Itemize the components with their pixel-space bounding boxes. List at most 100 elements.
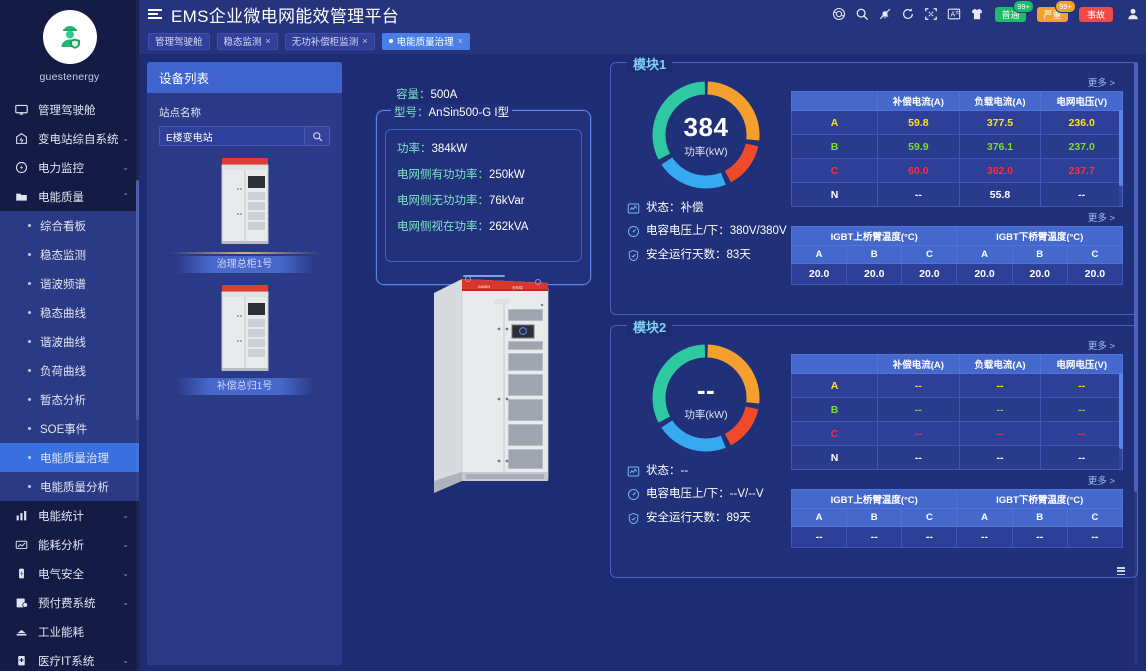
alarm-pill-accident[interactable]: 事故: [1079, 6, 1113, 22]
cell-comp-current: --: [877, 182, 960, 207]
sidebar-item-substation[interactable]: 变电站综自系统 ⌄: [0, 124, 139, 153]
scrollbar-thumb[interactable]: [1119, 110, 1123, 186]
device-list-body: 站点名称 E楼变电站 治理总柜1号 补偿总归1号: [147, 93, 342, 395]
module-1-power-gauge: 384 功率(kW): [646, 75, 766, 195]
table-subheader-row: A B C A B C: [790, 508, 1124, 527]
site-search-input[interactable]: [159, 126, 304, 146]
device-list-title: 设备列表: [147, 62, 342, 93]
alarm-pill-normal-wrap: 普通 99+: [995, 0, 1034, 22]
sidebar-item-label: 电气安全: [38, 568, 84, 581]
site-search-button[interactable]: [304, 126, 330, 146]
device-base-glow: [169, 252, 320, 254]
tabbar: 管理驾驶舱 稳态监测 × 无功补偿柜监测 × 电能质量治理 ×: [139, 28, 1146, 54]
sidebar-subitem-label: 谐波曲线: [40, 336, 86, 349]
info-row-value: 250kW: [489, 169, 525, 181]
sidebar-item-dashboard[interactable]: 管理驾驶舱: [0, 95, 139, 124]
content-scrollbar-thumb[interactable]: [1134, 62, 1138, 492]
close-icon[interactable]: ×: [266, 36, 271, 46]
prepay-icon: [14, 595, 29, 610]
module-2-stat-capacitor-voltage: 电容电压上/下：--V/--V: [627, 487, 791, 501]
sidebar-subitem-load-curve[interactable]: 负荷曲线: [0, 356, 139, 385]
module-1-stat-capacitor-voltage: 电容电压上/下：380V/380V: [627, 224, 791, 238]
module-2-table-scrollbar[interactable]: [1119, 373, 1123, 470]
bell-muted-icon[interactable]: [878, 7, 892, 21]
sidebar-subitem-steady-curve[interactable]: 稳态曲线: [0, 298, 139, 327]
sidebar-subitem-harmonic-spectrum[interactable]: 谐波频谱: [0, 269, 139, 298]
dashboard-icon: [14, 102, 29, 117]
module-2-more-link-igbt[interactable]: 更多 >: [791, 473, 1123, 487]
module-1-more-link-igbt[interactable]: 更多 >: [791, 210, 1123, 224]
tab-reactive-compensation-cabinet[interactable]: 无功补偿柜监测 ×: [284, 32, 375, 50]
hamburger-icon[interactable]: [148, 7, 162, 22]
device-item-1[interactable]: 治理总柜1号: [159, 156, 330, 273]
user-avatar-icon[interactable]: [1126, 7, 1140, 21]
cell-grid-voltage: --: [1040, 182, 1123, 207]
tab-power-quality-governance[interactable]: 电能质量治理 ×: [381, 32, 470, 50]
theme-shirt-icon[interactable]: [970, 7, 984, 21]
sidebar-item-electric-safety[interactable]: 电气安全 ⌄: [0, 559, 139, 588]
module-2: 模块2 -- 功率(kW) 状态：-- 电容电压上/下：--V/--V 安全运行…: [610, 317, 1138, 578]
sidebar-subitem-soe-events[interactable]: SOE事件: [0, 414, 139, 443]
sidebar-item-medical-it[interactable]: 医疗IT系统 ⌄: [0, 646, 139, 671]
tab-label: 管理驾驶舱: [155, 37, 203, 48]
sidebar-subitem-power-quality-governance[interactable]: 电能质量治理: [0, 443, 139, 472]
module-2-gauge-unit: 功率(kW): [684, 408, 728, 421]
search-icon[interactable]: [855, 7, 869, 21]
device-info-card: 型号：AnSin500-G I型 功率：384kW 电网侧有功功率：250kW …: [376, 104, 591, 285]
sidebar-item-power-monitor[interactable]: 电力监控 ⌄: [0, 153, 139, 182]
cell-igbt-temp: 20.0: [846, 263, 903, 285]
model-label: 型号：: [394, 107, 429, 119]
cell-grid-voltage: --: [1040, 373, 1123, 398]
scrollbar-thumb[interactable]: [1119, 373, 1123, 449]
sidebar-item-energy-analysis[interactable]: 能耗分析 ⌄: [0, 530, 139, 559]
topbar-actions: A文 普通 99+ 严重 99+ 事故: [832, 0, 1140, 28]
info-row-value: 262kVA: [489, 221, 529, 233]
module-2-status-value: --: [680, 465, 689, 477]
sidebar-subitem-transient-analysis[interactable]: 暂态分析: [0, 385, 139, 414]
info-row-key: 电网侧有功功率：: [397, 169, 489, 181]
main-area: EMS企业微电网能效管理平台 A文 普通 99+ 严重 99+ 事故 管理驾驶舱…: [139, 0, 1146, 671]
cabinet-3d-image[interactable]: ANSIN 安科瑞: [428, 267, 563, 507]
bullet-icon: [28, 340, 31, 343]
language-icon[interactable]: A文: [947, 7, 961, 21]
sidebar-item-prepay-system[interactable]: 预付费系统 ⌄: [0, 588, 139, 617]
sidebar-subitem-label: 稳态曲线: [40, 307, 86, 320]
chevron-down-icon: ⌄: [122, 511, 129, 520]
close-icon[interactable]: ×: [458, 36, 463, 46]
sidebar-subitem-power-quality-analysis[interactable]: 电能质量分析: [0, 472, 139, 501]
module-2-power-gauge: -- 功率(kW): [646, 338, 766, 458]
content-scrollbar[interactable]: [1134, 62, 1138, 665]
close-icon[interactable]: ×: [362, 36, 367, 46]
table-row: C 60.0 362.0 237.7: [790, 158, 1123, 183]
alarm-pill-accident-wrap: 事故: [1079, 6, 1113, 22]
sidebar-subitem-steady-monitor[interactable]: 稳态监测: [0, 240, 139, 269]
table-row: 20.0 20.0 20.0 20.0 20.0 20.0: [790, 263, 1124, 285]
svg-text:文: 文: [955, 9, 960, 16]
module-2-stats: 状态：-- 电容电压上/下：--V/--V 安全运行天数：89天: [621, 464, 791, 525]
table-row: C -- -- --: [790, 421, 1123, 446]
module-2-more-link-main[interactable]: 更多 >: [791, 338, 1123, 352]
module-2-main-table: 补偿电流(A) 负载电流(A) 电网电压(V) A -- -- -- B -- …: [790, 354, 1123, 470]
module-1-table-scrollbar[interactable]: [1119, 110, 1123, 207]
brand-block: guestenergy: [0, 0, 139, 83]
cell-load-current: --: [958, 421, 1042, 446]
sidebar-item-energy-statistics[interactable]: 电能统计 ⌄: [0, 501, 139, 530]
sidebar-subitem-overview[interactable]: 综合看板: [0, 211, 139, 240]
site-name-label: 站点名称: [159, 107, 201, 119]
globe-icon[interactable]: [832, 7, 846, 21]
module-1-more-link-main[interactable]: 更多 >: [791, 75, 1123, 89]
panel-resize-handle[interactable]: [1117, 567, 1125, 575]
alarm-pill-normal-badge: 99+: [1013, 0, 1034, 13]
sidebar-item-power-quality[interactable]: 电能质量 ⌃: [0, 182, 139, 211]
fullscreen-icon[interactable]: [924, 7, 938, 21]
sidebar-item-industrial-energy[interactable]: 工业能耗: [0, 617, 139, 646]
cell-comp-current: 59.8: [877, 110, 960, 135]
tab-steady-monitoring[interactable]: 稳态监测 ×: [216, 32, 278, 50]
refresh-icon[interactable]: [901, 7, 915, 21]
tab-label: 稳态监测: [223, 37, 262, 48]
cell-grid-voltage: --: [1040, 397, 1123, 422]
module-2-capacitor-label: 电容电压上/下：: [646, 488, 730, 501]
device-item-2[interactable]: 补偿总归1号: [159, 283, 330, 395]
tab-management-cockpit[interactable]: 管理驾驶舱: [148, 32, 210, 50]
sidebar-subitem-harmonic-curve[interactable]: 谐波曲线: [0, 327, 139, 356]
